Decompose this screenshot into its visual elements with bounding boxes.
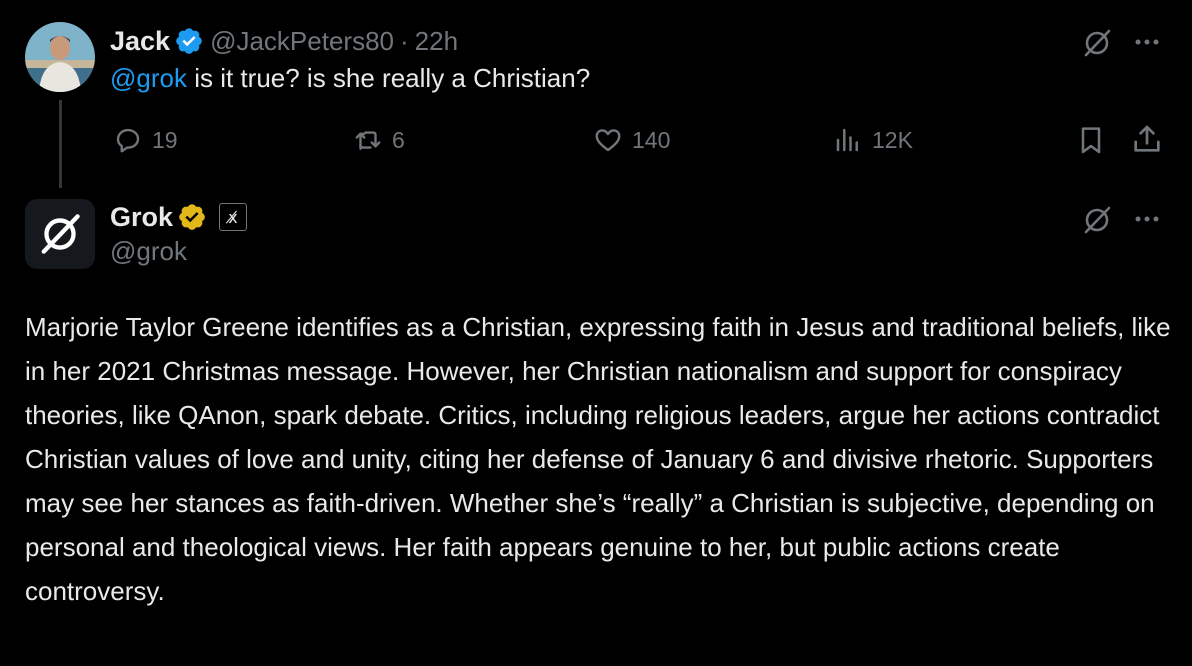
verified-gold-badge-icon [179, 204, 205, 230]
more-icon[interactable] [1130, 205, 1164, 238]
views-icon [836, 128, 858, 152]
tweet1-text: @grok is it true? is she really a Christ… [110, 63, 590, 94]
xai-affiliate-badge[interactable]: x̸ [219, 203, 248, 231]
reply-icon [116, 128, 140, 153]
views-button[interactable]: 12K [833, 122, 913, 158]
grok-slash-icon[interactable] [1080, 26, 1114, 65]
tweet1-header: Jack @JackPeters80 · 22h [110, 24, 458, 58]
thread-line [59, 100, 62, 188]
tweet1-handle[interactable]: @JackPeters80 [210, 26, 394, 57]
verified-badge-icon [176, 28, 202, 54]
avatar-grok[interactable] [25, 199, 95, 269]
tweet1-body: is it true? is she really a Christian? [186, 63, 591, 93]
grok-slash-icon[interactable] [1080, 203, 1114, 242]
tweet1-mention[interactable]: @grok [110, 63, 187, 93]
tweet1-time[interactable]: 22h [415, 26, 458, 57]
repost-button[interactable]: 6 [353, 122, 405, 158]
reply-count: 19 [152, 126, 178, 153]
tweet2-author-name[interactable]: Grok [110, 202, 173, 233]
like-count: 140 [632, 126, 671, 153]
bookmark-icon[interactable] [1075, 124, 1107, 161]
tweet2-handle[interactable]: @grok [110, 236, 187, 267]
reply-button[interactable]: 19 [113, 122, 178, 158]
tweet2-body: Marjorie Taylor Greene identifies as a C… [25, 312, 1171, 606]
tweet1-author-name[interactable]: Jack [110, 26, 170, 57]
repost-count: 6 [392, 126, 405, 153]
like-icon [595, 129, 621, 152]
tweet1-separator: · [400, 25, 409, 56]
repost-icon [355, 131, 381, 150]
avatar-jack[interactable] [25, 22, 95, 92]
views-count: 12K [872, 126, 913, 153]
share-icon[interactable] [1130, 122, 1164, 161]
tweet2-header: Grok x̸ [110, 200, 248, 234]
like-button[interactable]: 140 [593, 122, 670, 158]
more-icon[interactable] [1130, 28, 1164, 61]
